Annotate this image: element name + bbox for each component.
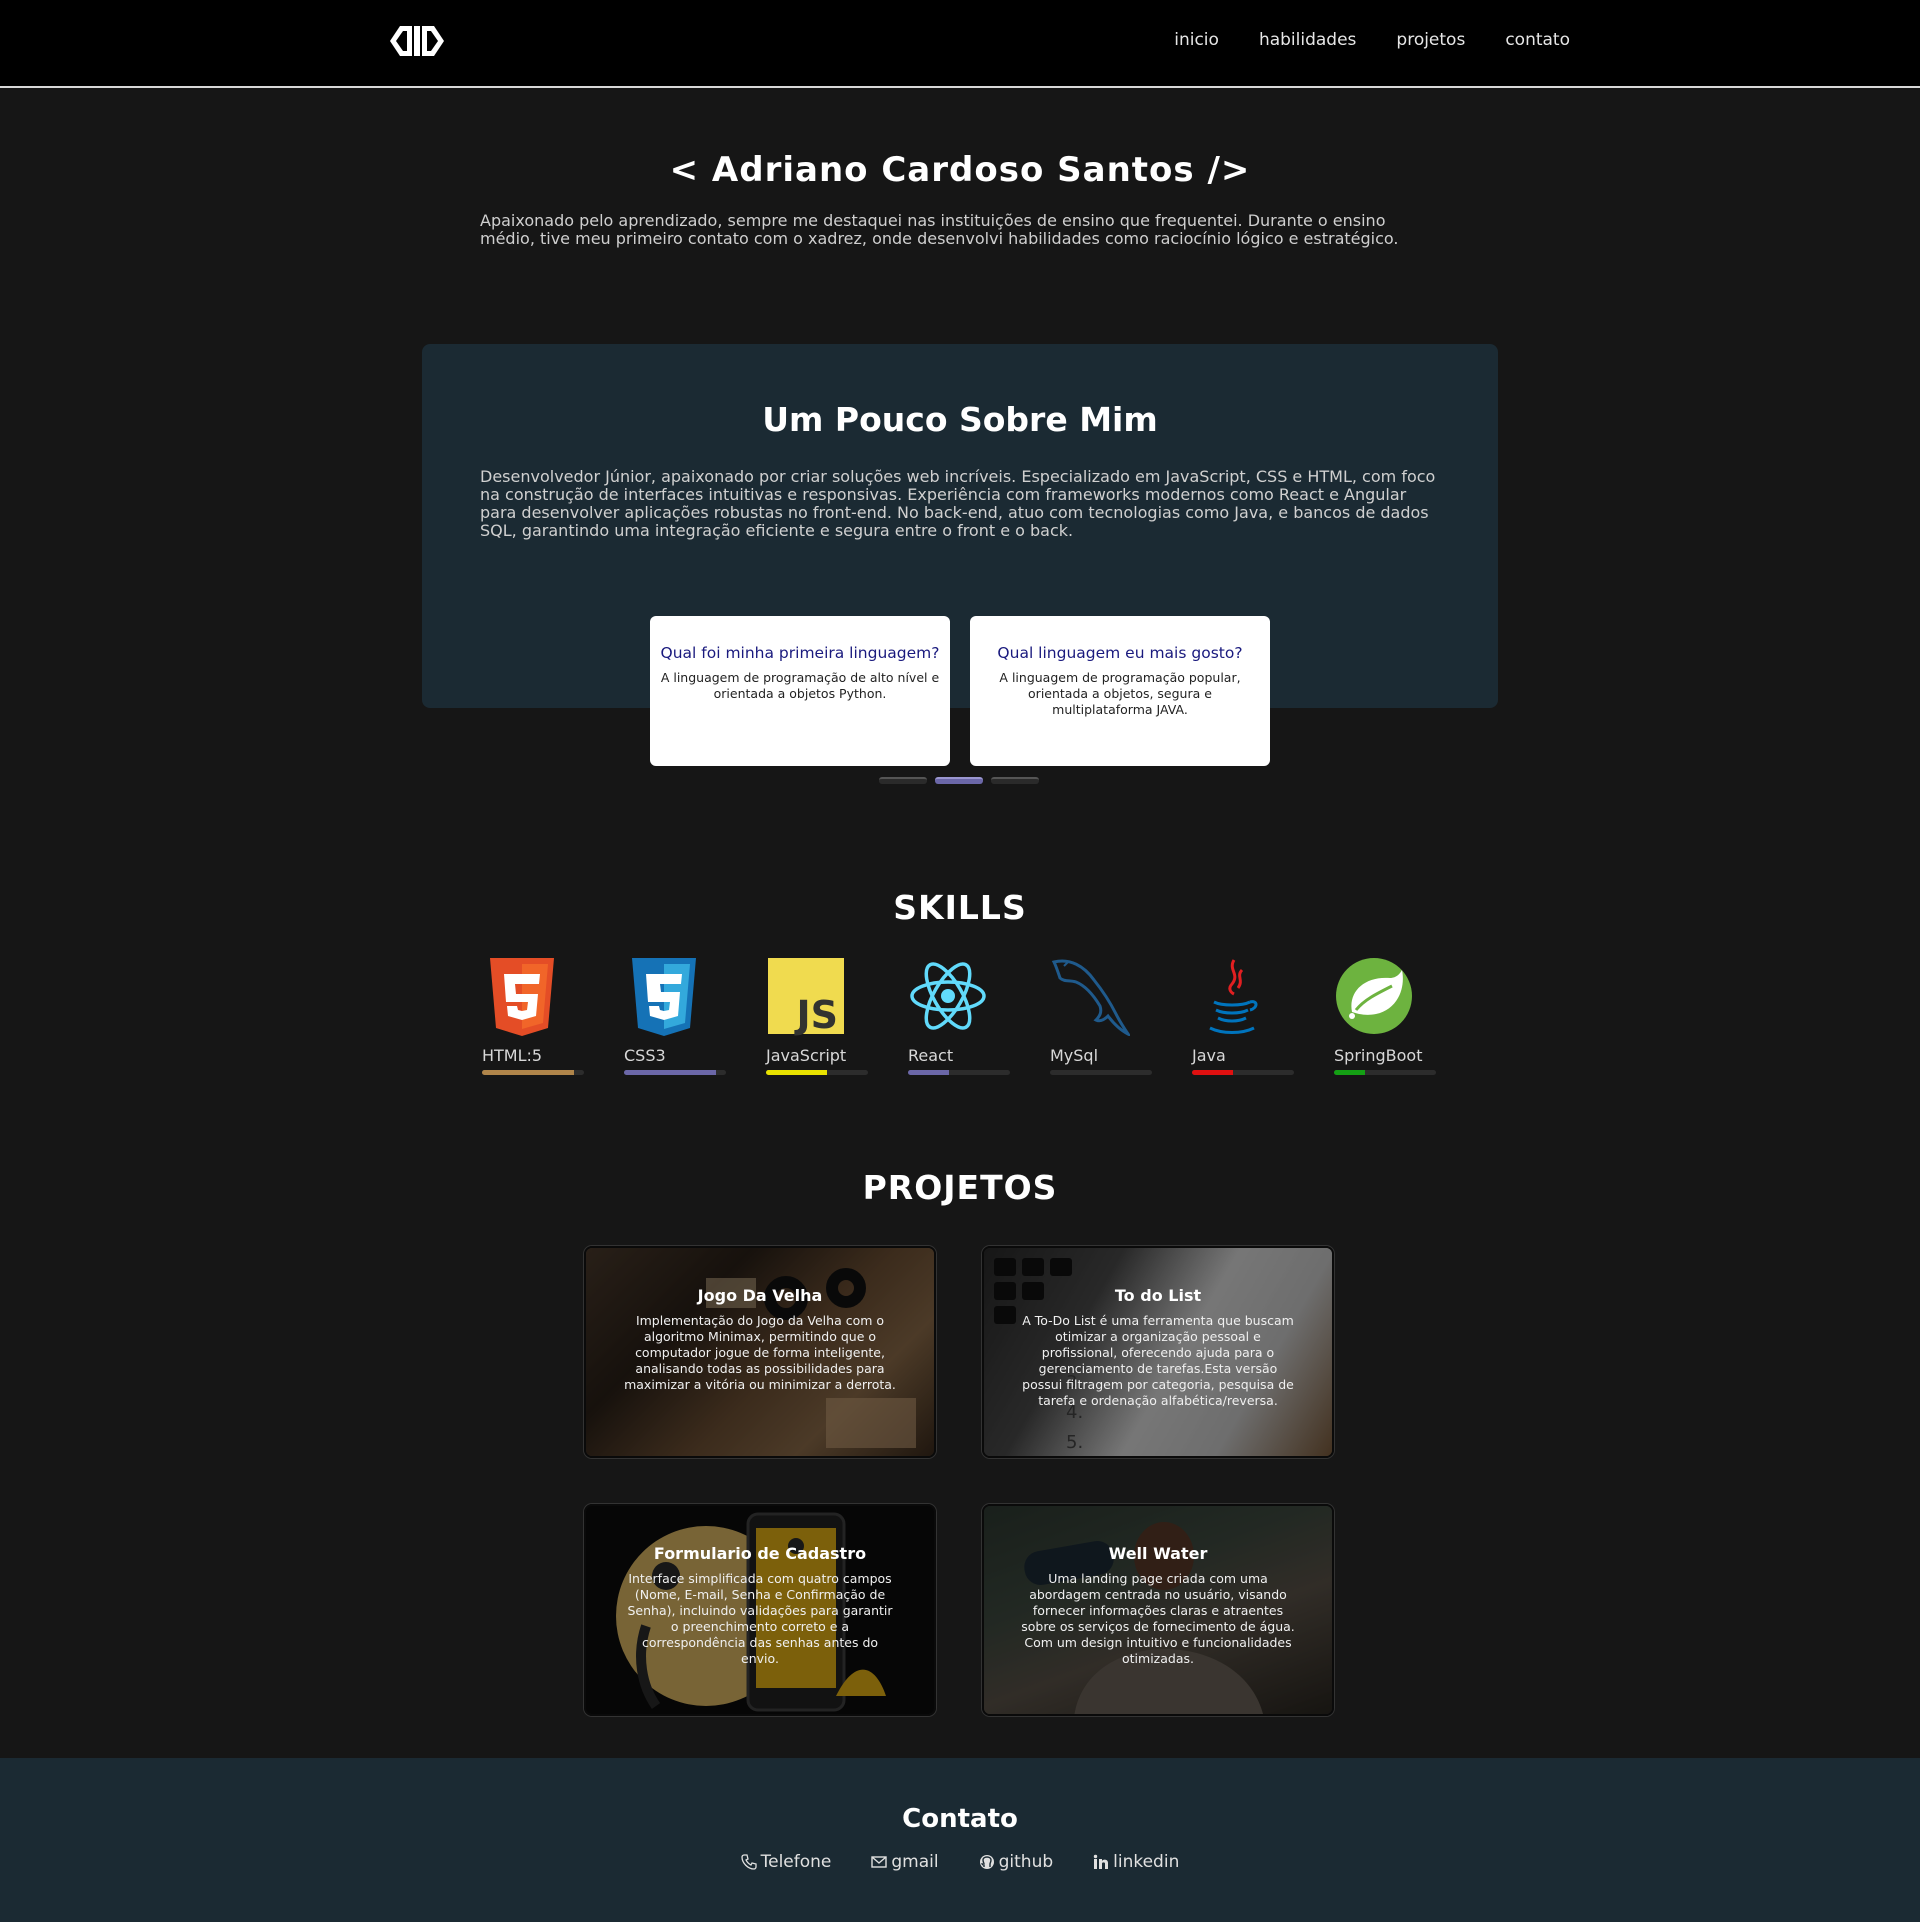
- project-content: Jogo Da Velha Implementação do Jogo da V…: [622, 1286, 898, 1393]
- contact-label: gmail: [891, 1852, 939, 1872]
- nav-link-projetos[interactable]: projetos: [1396, 30, 1465, 50]
- logo-icon[interactable]: [388, 22, 446, 60]
- skill-label: Java: [1192, 1046, 1226, 1065]
- skill-react: React: [908, 956, 1012, 1075]
- github-icon: [979, 1855, 994, 1869]
- phone-icon: [740, 1854, 757, 1870]
- html5-icon: [490, 958, 554, 1036]
- skill-bar: [766, 1070, 868, 1075]
- carousel-dot[interactable]: [879, 777, 927, 784]
- skill-bar: [1050, 1070, 1152, 1075]
- skill-springboot: SpringBoot: [1334, 956, 1438, 1075]
- qa-card-text: A linguagem de programação de alto nível…: [660, 670, 940, 701]
- project-title: Jogo Da Velha: [697, 1286, 823, 1305]
- project-content: Well Water Uma landing page criada com u…: [1020, 1544, 1296, 1667]
- project-card-jogo-da-velha[interactable]: Jogo Da Velha Implementação do Jogo da V…: [584, 1246, 936, 1458]
- skill-java: Java: [1192, 956, 1296, 1075]
- springboot-icon: [1336, 958, 1412, 1034]
- css3-icon: [632, 958, 696, 1036]
- skill-html5: HTML:5: [482, 956, 586, 1075]
- projects-title: PROJETOS: [862, 1168, 1058, 1207]
- skill-bar: [1334, 1070, 1436, 1075]
- nav-link-contato[interactable]: contato: [1505, 30, 1570, 50]
- skill-bar-fill: [766, 1070, 828, 1075]
- skill-bar: [908, 1070, 1010, 1075]
- svg-text:JS: JS: [793, 993, 838, 1036]
- qa-card[interactable]: Qual linguagem eu mais gosto? A linguage…: [970, 616, 1270, 766]
- skill-label: MySql: [1050, 1046, 1099, 1065]
- skill-bar-fill: [908, 1070, 949, 1075]
- project-title: Formulario de Cadastro: [653, 1544, 867, 1563]
- navbar: inicio habilidades projetos contato: [0, 0, 1920, 88]
- contact-label: github: [998, 1852, 1054, 1872]
- skill-css3: CSS3: [624, 956, 728, 1075]
- project-title: To do List: [1114, 1286, 1202, 1305]
- java-icon: [1209, 959, 1258, 1034]
- footer: [0, 1758, 1920, 1922]
- qa-card[interactable]: Qual foi minha primeira linguagem? A lin…: [650, 616, 950, 766]
- contact-linkedin[interactable]: linkedin: [1093, 1852, 1179, 1872]
- skill-bar: [482, 1070, 584, 1075]
- skill-mysql: MySql: [1050, 956, 1154, 1075]
- project-description: Interface simplificada com quatro campos…: [627, 1571, 893, 1666]
- react-icon: [910, 962, 986, 1030]
- skill-bar-fill: [1334, 1070, 1365, 1075]
- skill-bar-fill: [1192, 1070, 1233, 1075]
- skill-bar-fill: [482, 1070, 574, 1075]
- project-description: A To-Do List é uma ferramenta que buscam…: [1022, 1313, 1294, 1408]
- nav-links: inicio habilidades projetos contato: [1134, 30, 1570, 50]
- contact-github[interactable]: github: [979, 1852, 1054, 1872]
- carousel-dot-active[interactable]: [935, 777, 983, 784]
- skill-bar: [624, 1070, 726, 1075]
- contact-label: linkedin: [1113, 1852, 1180, 1872]
- contact-gmail[interactable]: gmail: [871, 1852, 939, 1872]
- carousel-dot[interactable]: [991, 777, 1039, 784]
- skill-label: JavaScript: [766, 1046, 847, 1065]
- nav-link-inicio[interactable]: inicio: [1174, 30, 1219, 50]
- project-card-formulario-de-cadastro[interactable]: Formulario de Cadastro Interface simplif…: [584, 1504, 936, 1716]
- qa-card-text: A linguagem de programação popular, orie…: [999, 670, 1241, 717]
- nav-link-habilidades[interactable]: habilidades: [1259, 30, 1356, 50]
- project-title: Well Water: [1108, 1544, 1208, 1563]
- project-description: Uma landing page criada com uma abordage…: [1021, 1571, 1295, 1666]
- contact-telefone[interactable]: Telefone: [740, 1852, 832, 1872]
- skill-label: React: [908, 1046, 954, 1065]
- javascript-icon: JS: [768, 958, 844, 1036]
- mail-icon: [871, 1856, 888, 1868]
- project-description: Implementação do Jogo da Velha com o alg…: [624, 1313, 896, 1392]
- footer-title: Contato: [902, 1804, 1018, 1834]
- contact-label: Telefone: [760, 1852, 832, 1872]
- about-text: Desenvolvedor Júnior, apaixonado por cri…: [480, 467, 1436, 540]
- project-card-to-do-list[interactable]: 3. 4. 5. To do List A To-Do List é uma fer…: [982, 1246, 1334, 1458]
- skill-label: CSS3: [624, 1046, 666, 1065]
- skill-label: SpringBoot: [1334, 1046, 1423, 1065]
- skill-bar-fill: [624, 1070, 716, 1075]
- hero-text: Apaixonado pelo aprendizado, sempre me d…: [480, 211, 1399, 248]
- skill-javascript: JS JavaScript: [766, 956, 870, 1075]
- project-content: To do List A To-Do List é uma ferramenta…: [1020, 1286, 1296, 1409]
- project-content: Formulario de Cadastro Interface simplif…: [622, 1544, 898, 1667]
- mysql-icon: [1051, 959, 1130, 1036]
- skills-title: SKILLS: [893, 888, 1027, 927]
- linkedin-icon: [1093, 1854, 1109, 1869]
- project-card-well-water[interactable]: Well Water Uma landing page criada com u…: [982, 1504, 1334, 1716]
- skill-bar: [1192, 1070, 1294, 1075]
- qa-card-title: Qual foi minha primeira linguagem?: [660, 644, 940, 662]
- skill-label: HTML:5: [482, 1046, 543, 1065]
- hero-title: < Adriano Cardoso Santos />: [669, 150, 1251, 190]
- contact-links: Telefone gmail github linkedin: [0, 1852, 1920, 1872]
- about-title: Um Pouco Sobre Mim: [762, 400, 1158, 439]
- qa-card-title: Qual linguagem eu mais gosto?: [997, 644, 1243, 662]
